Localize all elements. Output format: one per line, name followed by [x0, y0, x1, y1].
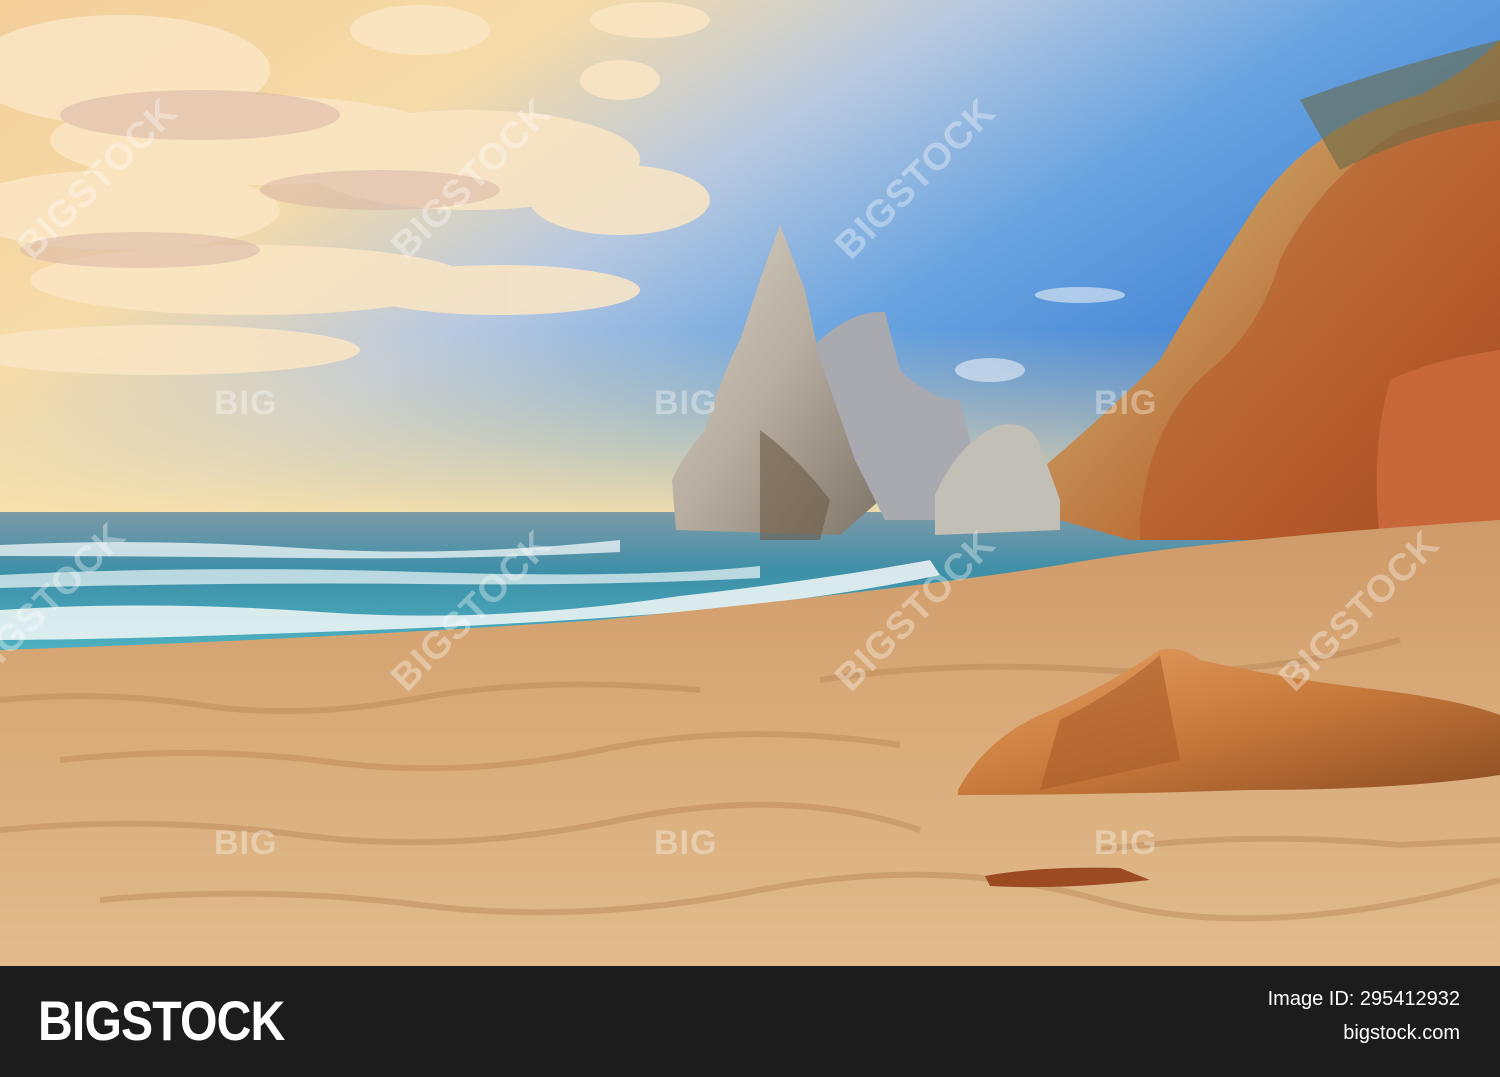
- beach-photo: [0, 0, 1500, 966]
- site-link[interactable]: bigstock.com: [1343, 1022, 1460, 1045]
- brand-logo: BIGSTOCK: [38, 989, 285, 1052]
- image-id-label: Image ID: 295412932: [1267, 988, 1460, 1010]
- footer-bar: BIGSTOCK Image ID: 295412932 bigstock.co…: [0, 966, 1500, 1077]
